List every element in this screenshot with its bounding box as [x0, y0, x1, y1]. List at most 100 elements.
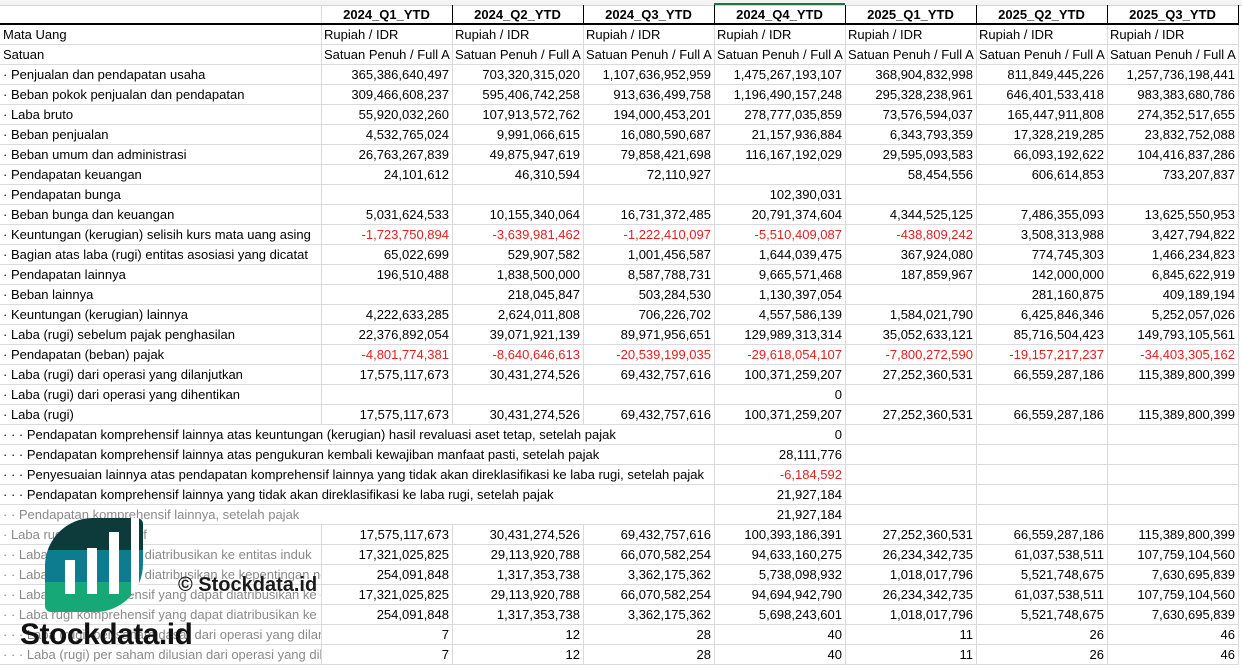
- value-cell[interactable]: [583, 185, 715, 205]
- value-cell[interactable]: [452, 385, 584, 405]
- value-cell[interactable]: 1,001,456,587: [583, 245, 715, 265]
- value-cell[interactable]: -5,510,409,087: [714, 225, 846, 245]
- value-cell[interactable]: 8,587,788,731: [583, 265, 715, 285]
- value-cell[interactable]: 913,636,499,758: [583, 85, 715, 105]
- row-label[interactable]: · Beban penjualan: [0, 125, 322, 145]
- value-cell[interactable]: 1,475,267,193,107: [714, 65, 846, 85]
- value-cell[interactable]: [1107, 505, 1239, 525]
- value-cell[interactable]: 3,508,313,988: [976, 225, 1108, 245]
- value-cell[interactable]: 13,625,550,953: [1107, 205, 1239, 225]
- value-cell[interactable]: 21,927,184: [714, 485, 846, 505]
- value-cell[interactable]: 6,343,793,359: [845, 125, 977, 145]
- value-cell[interactable]: 187,859,967: [845, 265, 977, 285]
- value-cell[interactable]: 27,252,360,531: [845, 525, 977, 545]
- value-cell[interactable]: 165,447,911,808: [976, 105, 1108, 125]
- value-cell[interactable]: -1,723,750,894: [321, 225, 453, 245]
- value-cell[interactable]: 28: [583, 645, 715, 665]
- row-label[interactable]: · Beban pokok penjualan dan pendapatan: [0, 85, 322, 105]
- value-cell[interactable]: 27,252,360,531: [845, 405, 977, 425]
- row-label[interactable]: · · Pendapatan komprehensif lainnya, set…: [0, 505, 715, 525]
- value-cell[interactable]: 66,070,582,254: [583, 585, 715, 605]
- value-cell[interactable]: 85,716,504,423: [976, 325, 1108, 345]
- value-cell[interactable]: 5,521,748,675: [976, 565, 1108, 585]
- value-cell[interactable]: 30,431,274,526: [452, 365, 584, 385]
- value-cell[interactable]: 274,352,517,655: [1107, 105, 1239, 125]
- value-cell[interactable]: 5,738,098,932: [714, 565, 846, 585]
- value-cell[interactable]: [1107, 485, 1239, 505]
- row-label[interactable]: · · Laba rugi yang dapat diatribusikan k…: [0, 565, 322, 585]
- value-cell[interactable]: 107,759,104,560: [1107, 545, 1239, 565]
- currency-row-label[interactable]: Mata Uang: [0, 25, 322, 45]
- value-cell[interactable]: 706,226,702: [583, 305, 715, 325]
- value-cell[interactable]: 26,234,342,735: [845, 545, 977, 565]
- value-cell[interactable]: 107,913,572,762: [452, 105, 584, 125]
- value-cell[interactable]: 20,791,374,604: [714, 205, 846, 225]
- value-cell[interactable]: 89,971,956,651: [583, 325, 715, 345]
- row-label[interactable]: · Laba (rugi) sebelum pajak penghasilan: [0, 325, 322, 345]
- value-cell[interactable]: 4,344,525,125: [845, 205, 977, 225]
- value-cell[interactable]: 3,362,175,362: [583, 565, 715, 585]
- value-cell[interactable]: 100,393,186,391: [714, 525, 846, 545]
- value-cell[interactable]: 1,317,353,738: [452, 565, 584, 585]
- value-cell[interactable]: 1,196,490,157,248: [714, 85, 846, 105]
- row-label[interactable]: · Bagian atas laba (rugi) entitas asosia…: [0, 245, 322, 265]
- row-label[interactable]: · Pendapatan lainnya: [0, 265, 322, 285]
- value-cell[interactable]: [321, 185, 453, 205]
- row-label[interactable]: · Laba (rugi) dari operasi yang dihentik…: [0, 385, 322, 405]
- value-cell[interactable]: [321, 285, 453, 305]
- column-header-2024_q4_ytd[interactable]: 2024_Q4_YTD: [714, 5, 846, 25]
- value-cell[interactable]: 16,731,372,485: [583, 205, 715, 225]
- value-cell[interactable]: 194,000,453,201: [583, 105, 715, 125]
- unit-row-cell[interactable]: Satuan Penuh / Full A: [976, 45, 1108, 65]
- unit-row-label[interactable]: Satuan: [0, 45, 322, 65]
- value-cell[interactable]: 73,576,594,037: [845, 105, 977, 125]
- value-cell[interactable]: 22,376,892,054: [321, 325, 453, 345]
- value-cell[interactable]: 7,630,695,839: [1107, 605, 1239, 625]
- row-label[interactable]: · · · Laba (rugi) per saham dilusian dar…: [0, 645, 322, 665]
- row-label[interactable]: · · · Penyesuaian lainnya atas pendapata…: [0, 465, 715, 485]
- row-label[interactable]: · Laba rugi komprehensif: [0, 525, 322, 545]
- value-cell[interactable]: 309,466,608,237: [321, 85, 453, 105]
- value-cell[interactable]: [1107, 465, 1239, 485]
- value-cell[interactable]: 11: [845, 625, 977, 645]
- row-label[interactable]: · Pendapatan keuangan: [0, 165, 322, 185]
- value-cell[interactable]: 4,532,765,024: [321, 125, 453, 145]
- row-label[interactable]: · Keuntungan (kerugian) selisih kurs mat…: [0, 225, 322, 245]
- value-cell[interactable]: [845, 445, 977, 465]
- value-cell[interactable]: 100,371,259,207: [714, 405, 846, 425]
- currency-row-cell[interactable]: Rupiah / IDR: [1107, 25, 1239, 45]
- value-cell[interactable]: 26,234,342,735: [845, 585, 977, 605]
- value-cell[interactable]: 2,624,011,808: [452, 305, 584, 325]
- value-cell[interactable]: 3,362,175,362: [583, 605, 715, 625]
- value-cell[interactable]: 30,431,274,526: [452, 405, 584, 425]
- value-cell[interactable]: 1,317,353,738: [452, 605, 584, 625]
- value-cell[interactable]: 46: [1107, 625, 1239, 645]
- value-cell[interactable]: -19,157,217,237: [976, 345, 1108, 365]
- value-cell[interactable]: 0: [714, 385, 846, 405]
- value-cell[interactable]: 368,904,832,998: [845, 65, 977, 85]
- value-cell[interactable]: -8,640,646,613: [452, 345, 584, 365]
- value-cell[interactable]: 1,584,021,790: [845, 305, 977, 325]
- value-cell[interactable]: 12: [452, 625, 584, 645]
- value-cell[interactable]: 10,155,340,064: [452, 205, 584, 225]
- value-cell[interactable]: 66,093,192,622: [976, 145, 1108, 165]
- value-cell[interactable]: 3,427,794,822: [1107, 225, 1239, 245]
- row-label[interactable]: · Keuntungan (kerugian) lainnya: [0, 305, 322, 325]
- value-cell[interactable]: -3,639,981,462: [452, 225, 584, 245]
- value-cell[interactable]: -4,801,774,381: [321, 345, 453, 365]
- value-cell[interactable]: 39,071,921,139: [452, 325, 584, 345]
- value-cell[interactable]: 7: [321, 645, 453, 665]
- value-cell[interactable]: 733,207,837: [1107, 165, 1239, 185]
- value-cell[interactable]: 66,070,582,254: [583, 545, 715, 565]
- row-label[interactable]: · · · Pendapatan komprehensif lainnya at…: [0, 445, 715, 465]
- column-header-2024_q2_ytd[interactable]: 2024_Q2_YTD: [452, 5, 584, 25]
- value-cell[interactable]: 7: [321, 625, 453, 645]
- spreadsheet-grid[interactable]: 2024_Q1_YTD 2024_Q2_YTD 2024_Q3_YTD 2024_Q4…: [0, 5, 1242, 665]
- value-cell[interactable]: 5,521,748,675: [976, 605, 1108, 625]
- value-cell[interactable]: [1107, 445, 1239, 465]
- unit-row-cell[interactable]: Satuan Penuh / Full A: [714, 45, 846, 65]
- row-label[interactable]: · Laba bruto: [0, 105, 322, 125]
- column-header-2025_q3_ytd[interactable]: 2025_Q3_YTD: [1107, 5, 1239, 25]
- value-cell[interactable]: 9,991,066,615: [452, 125, 584, 145]
- value-cell[interactable]: 94,633,160,275: [714, 545, 846, 565]
